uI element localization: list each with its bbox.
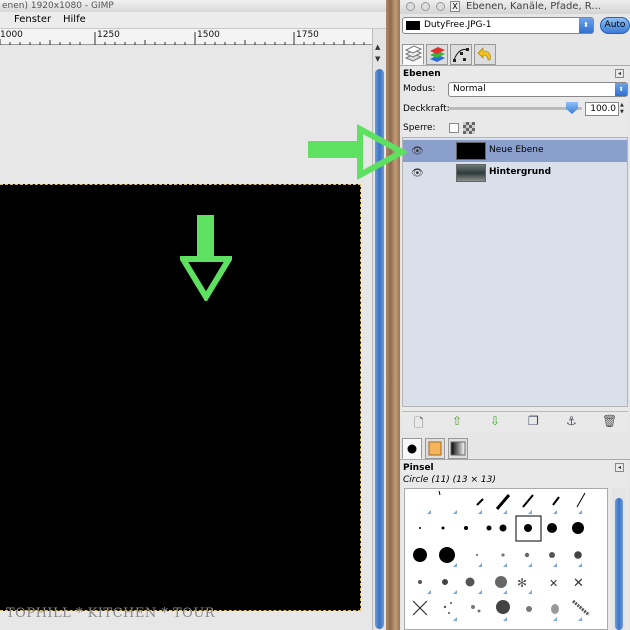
new-layer-icon[interactable]: 🗋 (414, 414, 424, 435)
tab-layers[interactable] (402, 44, 424, 65)
layer-thumbnail (456, 164, 486, 182)
menu-fenster[interactable]: Fenster (14, 14, 51, 25)
desktop-background (386, 0, 400, 630)
current-brush-label: Circle (11) (13 × 13) (403, 475, 496, 485)
opacity-input[interactable]: 100.0 (585, 102, 619, 116)
menubar: Fenster Hilfe (0, 12, 386, 29)
watermark: TOPHILL * KITCHEN * TOUR (6, 606, 216, 621)
menu-hilfe[interactable]: Hilfe (63, 14, 86, 25)
green-arrow-down-icon (180, 215, 232, 301)
layers-icon (404, 45, 423, 62)
opacity-slider-handle[interactable] (566, 102, 578, 114)
lock-pixels-checkbox[interactable] (449, 123, 459, 133)
green-arrow-right-icon (308, 124, 408, 180)
tab-undo-history[interactable] (474, 44, 496, 65)
brush-grid[interactable]: ✻ ✕ ✕ (404, 488, 608, 630)
mode-label: Modus: (403, 84, 436, 94)
image-select-value: DutyFree.JPG-1 (424, 20, 492, 30)
window-close-icon[interactable] (406, 2, 415, 11)
layer-name: Neue Ebene (489, 145, 544, 155)
brush-thumbnails: ✻ ✕ ✕ (412, 490, 590, 621)
opacity-spinner[interactable]: ▲ ▼ (620, 102, 628, 116)
layer-row-neue-ebene[interactable]: 👁 Neue Ebene (403, 140, 627, 162)
chevron-updown-icon: ⬍ (615, 83, 627, 96)
duplicate-layer-icon[interactable]: ❐ (528, 414, 539, 428)
scroll-down-icon[interactable]: ▼ (375, 55, 380, 63)
tab-paths[interactable] (450, 44, 472, 65)
eye-icon[interactable]: 👁 (411, 168, 424, 179)
brush-scrollbar[interactable] (612, 488, 626, 630)
undo-icon (477, 47, 491, 61)
ruler-label-1000: 1000 (0, 30, 23, 40)
dock-titlebar: X Ebenen, Kanäle, Pfade, R... (400, 0, 630, 14)
eye-icon[interactable]: 👁 (411, 146, 424, 157)
ruler-label-1250: 1250 (97, 30, 120, 40)
tab-channels[interactable] (426, 44, 448, 65)
mode-value: Normal (453, 84, 486, 94)
image-thumbnail (406, 21, 420, 30)
x11-icon: X (450, 1, 460, 12)
image-select[interactable]: DutyFree.JPG-1 ⬍ (402, 17, 594, 34)
lock-alpha-icon[interactable] (463, 122, 475, 134)
brush-dock-tabs (400, 436, 630, 460)
panel-menu-icon[interactable]: ◂ (615, 69, 624, 78)
image-window-title: enen) 1920x1080 - GIMP (0, 0, 386, 12)
patterns-icon (428, 441, 442, 456)
delete-layer-icon[interactable]: 🗑 (602, 414, 617, 428)
vertical-scrollbar[interactable]: ▲ ▼ (372, 29, 386, 630)
brush-scroll-thumb[interactable] (615, 498, 623, 630)
brushes-panel: Pinsel ◂ Circle (11) (13 × 13) ✻ ✕ ✕ (402, 460, 628, 630)
dock-title: Ebenen, Kanäle, Pfade, R... (466, 1, 601, 12)
ruler-label-1750: 1750 (296, 30, 319, 40)
channels-icon (430, 47, 445, 62)
tab-brushes[interactable] (402, 438, 422, 459)
auto-button[interactable]: Auto (600, 17, 630, 34)
raise-layer-icon[interactable]: ⇧ (452, 414, 462, 428)
mode-select[interactable]: Normal ⬍ (448, 82, 628, 97)
layers-panel: Ebenen ◂ Modus: Normal ⬍ Deckkraft: 100.… (402, 66, 628, 432)
chevron-updown-icon: ⬍ (579, 18, 593, 33)
dock-tabs (400, 42, 630, 66)
svg-text:✕: ✕ (573, 576, 584, 591)
horizontal-ruler[interactable]: 1000 1250 1500 1750 (0, 29, 372, 45)
tab-gradients[interactable] (448, 438, 468, 459)
anchor-layer-icon[interactable]: ⚓ (566, 414, 577, 428)
svg-text:✕: ✕ (549, 577, 558, 590)
lower-layer-icon[interactable]: ⇩ (490, 414, 500, 428)
window-zoom-icon[interactable] (436, 2, 445, 11)
panel-menu-icon[interactable]: ◂ (615, 463, 624, 472)
ruler-label-1500: 1500 (197, 30, 220, 40)
scroll-up-icon[interactable]: ▲ (375, 43, 380, 51)
layer-row-hintergrund[interactable]: 👁 Hintergrund (403, 162, 627, 184)
layer-list[interactable]: 👁 Neue Ebene 👁 Hintergrund (402, 137, 628, 407)
layers-dock-window: X Ebenen, Kanäle, Pfade, R... DutyFree.J… (400, 0, 630, 630)
brushes-panel-title: Pinsel (403, 463, 434, 473)
window-minimize-icon[interactable] (421, 2, 430, 11)
gradients-icon (450, 441, 466, 456)
gimp-image-window: enen) 1920x1080 - GIMP Fenster Hilfe 100… (0, 0, 386, 630)
svg-text:✻: ✻ (517, 576, 527, 590)
opacity-label: Deckkraft: (403, 104, 450, 114)
layer-name: Hintergrund (489, 167, 552, 177)
brush-circle-icon (407, 444, 417, 454)
layers-panel-title: Ebenen (403, 69, 441, 79)
paths-icon (453, 48, 469, 62)
tab-patterns[interactable] (425, 438, 445, 459)
layer-thumbnail (456, 142, 486, 160)
opacity-slider-track[interactable] (448, 107, 582, 110)
layer-button-bar: 🗋 ⇧ ⇩ ❐ ⚓ 🗑 (402, 411, 628, 431)
